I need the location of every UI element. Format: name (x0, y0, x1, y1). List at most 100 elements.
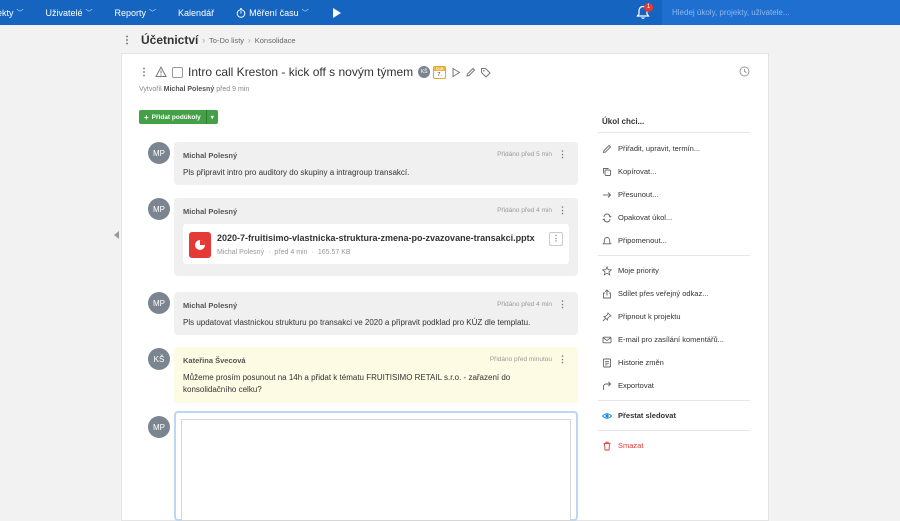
add-subtasks-button[interactable]: + Přidat podúkoly (139, 110, 207, 124)
eye-icon (602, 412, 612, 419)
sidebar-item-delete[interactable]: Smazat (598, 434, 750, 457)
tag-icon[interactable] (480, 67, 491, 78)
comment-time: Přidáno před minutou (489, 356, 552, 363)
sidebar-item-unfollow[interactable]: Přestat sledovat (598, 404, 750, 427)
email-icon (602, 336, 612, 343)
copy-icon (603, 167, 611, 176)
add-subtasks-button-group: + Přidat podúkoly ▾ (139, 110, 218, 124)
breadcrumb-list[interactable]: Konsolidace (255, 36, 296, 45)
nav-time-tracking[interactable]: Měření času ﹀ (236, 8, 309, 18)
comment-input[interactable] (181, 419, 571, 521)
sidebar-item-priorities[interactable]: Moje priority (598, 259, 750, 282)
comment-menu-icon[interactable]: ⋮ (558, 149, 567, 160)
comment-author[interactable]: Michal Polesný (183, 301, 237, 310)
task-actions-sidebar: Úkol chci... Přiřadit, upravit, termín..… (598, 111, 750, 457)
comment-editor (174, 411, 578, 521)
sidebar-item-copy[interactable]: Kopírovat... (598, 160, 750, 183)
task-title[interactable]: Intro call Kreston - kick off s novým tý… (188, 65, 413, 79)
comment-time: Přidáno před 4 min (497, 207, 552, 214)
file-name[interactable]: 2020-7-fruitisimo-vlastnicka-struktura-z… (217, 233, 535, 243)
nav-reports[interactable]: Reporty ﹀ (115, 8, 157, 18)
assignee-avatar[interactable]: KŠ (418, 66, 431, 78)
play-icon[interactable] (450, 67, 461, 78)
comment-menu-icon[interactable]: ⋮ (558, 205, 567, 216)
task-complete-checkbox[interactable] (172, 66, 183, 78)
comment-author[interactable]: Kateřina Švecová (183, 356, 246, 365)
plus-icon: + (144, 112, 149, 122)
breadcrumb-menu-icon[interactable]: ⋮ (122, 35, 132, 46)
file-meta: Michal Polesný · před 4 min · 165.57 KB (217, 249, 351, 256)
sidebar-item-pin[interactable]: Připnout k projektu (598, 305, 750, 328)
nav-users[interactable]: Uživatelé ﹀ (46, 8, 93, 18)
breadcrumb: ⋮ Účetnictví › To-Do listy › Konsolidace (122, 33, 296, 47)
comment-author[interactable]: Michal Polesný (183, 207, 237, 216)
due-date-calendar-icon[interactable]: DUB 7. (433, 65, 447, 79)
sidebar-item-assign[interactable]: Přiřadit, upravit, termín... (598, 137, 750, 160)
repeat-icon (602, 213, 612, 222)
share-icon (603, 288, 611, 298)
file-attachment[interactable]: 2020-7-fruitisimo-vlastnicka-struktura-z… (183, 224, 569, 264)
star-icon (602, 265, 612, 276)
comment-text: Můžeme prosím posunout na 14h a přidat k… (183, 373, 511, 394)
chevron-down-icon: ﹀ (149, 9, 157, 17)
export-icon (603, 381, 612, 390)
sidebar-item-history[interactable]: Historie změn (598, 351, 750, 374)
chevron-down-icon: ﹀ (16, 9, 24, 17)
sidebar-item-move[interactable]: Přesunout... (598, 183, 750, 206)
created-info: Vytvořil Michal Polesný před 9 min (139, 86, 250, 93)
breadcrumb-separator-icon: › (248, 35, 251, 45)
avatar[interactable]: MP (148, 198, 170, 220)
sidebar-item-remind[interactable]: Připomenout... (598, 229, 750, 252)
comment-menu-icon[interactable]: ⋮ (558, 354, 567, 365)
sidebar-item-export[interactable]: Exportovat (598, 374, 750, 397)
avatar: MP (148, 416, 170, 438)
sidebar-divider (598, 255, 750, 256)
comment-author[interactable]: Michal Polesný (183, 151, 237, 160)
breadcrumb-project[interactable]: Účetnictví (141, 33, 198, 47)
pin-icon (602, 311, 612, 321)
comment-text: Pls updatovat vlastnickou strukturu po t… (183, 318, 531, 327)
sidebar-item-email[interactable]: E-mail pro zasílání komentářů... (598, 328, 750, 351)
sidebar-item-repeat[interactable]: Opakovat úkol... (598, 206, 750, 229)
avatar[interactable]: MP (148, 292, 170, 314)
add-subtasks-dropdown[interactable]: ▾ (207, 110, 218, 124)
trash-icon (603, 441, 611, 450)
avatar[interactable]: KŠ (148, 348, 170, 370)
history-icon (603, 358, 611, 367)
sidebar-item-share[interactable]: Sdílet přes veřejný odkaz... (598, 282, 750, 305)
task-header: ⋮ Intro call Kreston - kick off s novým … (139, 62, 759, 82)
clock-icon[interactable] (739, 66, 750, 77)
notifications-button[interactable]: 1 (636, 3, 653, 21)
pencil-icon (602, 144, 612, 153)
nav-projects[interactable]: ekty﹀ (0, 8, 24, 18)
nav-calendar[interactable]: Kalendář (178, 8, 214, 18)
chevron-down-icon: ﹀ (85, 9, 93, 17)
breadcrumb-separator-icon: › (202, 35, 206, 45)
search-input[interactable] (662, 0, 900, 25)
play-timer-icon[interactable] (332, 7, 341, 18)
pptx-file-icon (189, 232, 211, 258)
creator-name[interactable]: Michal Polesný (164, 86, 215, 93)
sidebar-divider (598, 430, 750, 431)
sidebar-divider (598, 400, 750, 401)
notification-badge: 1 (644, 3, 653, 12)
sidebar-title: Úkol chci... (598, 111, 750, 133)
chevron-down-icon: ﹀ (301, 9, 309, 17)
pencil-icon[interactable] (465, 67, 476, 78)
comment: Michal Polesný Přidáno před 4 min ⋮ Pls … (174, 292, 578, 335)
comment: Kateřina Švecová Přidáno před minutou ⋮ … (174, 347, 578, 403)
file-menu-button[interactable]: ⋮ (549, 232, 563, 246)
comment: Michal Polesný Přidáno před 5 min ⋮ Pls … (174, 142, 578, 185)
comment-menu-icon[interactable]: ⋮ (558, 299, 567, 310)
stopwatch-icon (236, 7, 246, 18)
arrow-right-icon (603, 191, 612, 198)
warning-icon[interactable] (155, 66, 167, 78)
reminder-icon (602, 236, 612, 244)
comment: Michal Polesný Přidáno před 4 min ⋮ 2020… (174, 198, 578, 276)
comment-time: Přidáno před 4 min (497, 301, 552, 308)
caret-down-icon: ▾ (210, 114, 214, 121)
avatar[interactable]: MP (148, 142, 170, 164)
breadcrumb-todo-lists[interactable]: To-Do listy (209, 36, 244, 45)
task-menu-icon[interactable]: ⋮ (139, 67, 149, 78)
collapse-sidebar-icon[interactable] (114, 231, 119, 239)
